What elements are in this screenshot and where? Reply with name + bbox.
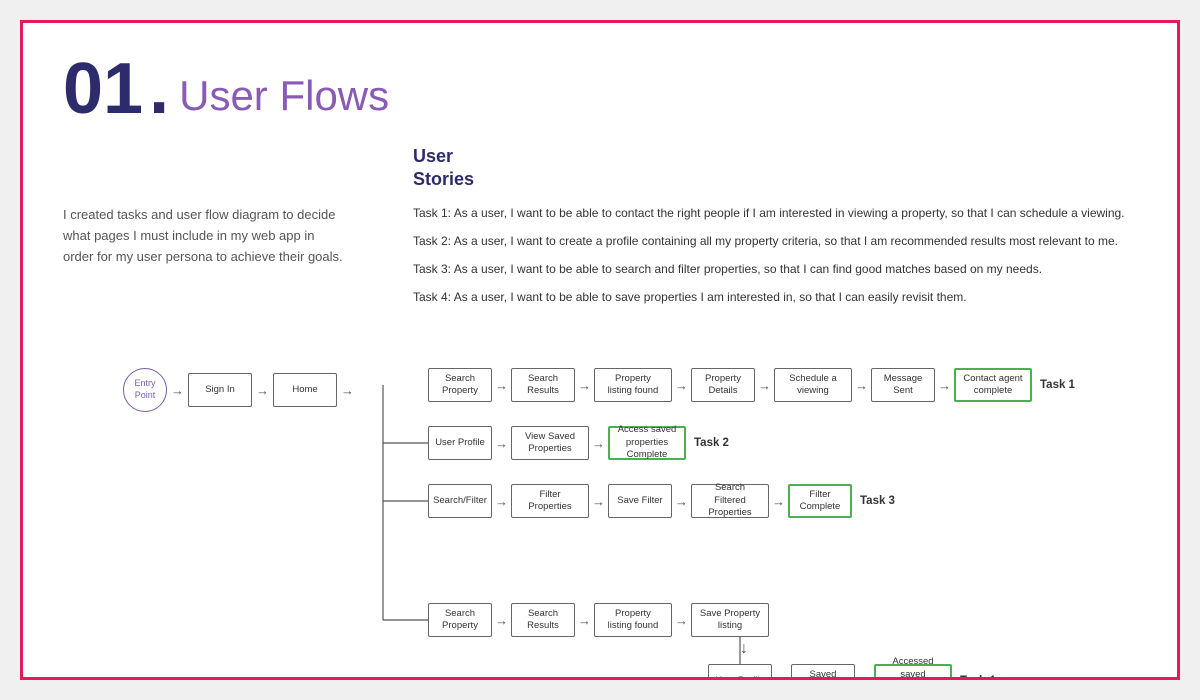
- left-panel: I created tasks and user flow diagram to…: [63, 145, 383, 316]
- task1-node5: Schedule aviewing: [774, 368, 852, 402]
- home-node: Home: [273, 373, 337, 407]
- arrow-1: →: [171, 383, 184, 398]
- task1-row: SearchProperty → SearchResults → Propert…: [428, 368, 1075, 402]
- user-stories-title: UserStories: [413, 145, 1137, 192]
- task1-node4: PropertyDetails: [691, 368, 755, 402]
- task4-sub3: Accessedsavedpropertiescomplete: [874, 664, 952, 680]
- task1-node3: Propertylisting found: [594, 368, 672, 402]
- story-4: Task 4: As a user, I want to be able to …: [413, 288, 1137, 306]
- page-wrapper: 01 . User Flows I created tasks and user…: [20, 20, 1180, 680]
- task2-label: Task 2: [694, 437, 729, 449]
- story-2: Task 2: As a user, I want to create a pr…: [413, 232, 1137, 250]
- task4-label: Task 4: [960, 675, 995, 680]
- task3-label: Task 3: [860, 495, 895, 507]
- task4-down-arrow: ↓: [740, 640, 748, 658]
- task4-sub2: SavedProperties: [791, 664, 855, 680]
- task1-node1: SearchProperty: [428, 368, 492, 402]
- task1-node6: MessageSent: [871, 368, 935, 402]
- task4-node4: Save Propertylisting: [691, 603, 769, 637]
- sign-in-node: Sign In: [188, 373, 252, 407]
- section-dot: .: [149, 53, 169, 125]
- task1-node7: Contact agentcomplete: [954, 368, 1032, 402]
- task4-row-bottom: User Profile → SavedProperties → Accesse…: [708, 664, 995, 680]
- description-text: I created tasks and user flow diagram to…: [63, 205, 343, 267]
- task4-row-top: SearchProperty → SearchResults → Propert…: [428, 603, 769, 637]
- task4-node1: SearchProperty: [428, 603, 492, 637]
- task4-node2: SearchResults: [511, 603, 575, 637]
- task1-label: Task 1: [1040, 379, 1075, 391]
- task3-node4: SearchFilteredProperties: [691, 484, 769, 518]
- task2-node1: User Profile: [428, 426, 492, 460]
- story-3: Task 3: As a user, I want to be able to …: [413, 260, 1137, 278]
- entry-row: EntryPoint → Sign In → Home →: [123, 368, 358, 412]
- arrow-2: →: [256, 383, 269, 398]
- task4-node3: Propertylisting found: [594, 603, 672, 637]
- task2-row: User Profile → View SavedProperties → Ac…: [428, 426, 729, 460]
- task3-row: Search/Filter → FilterProperties → Save …: [428, 484, 895, 518]
- task4-sub1: User Profile: [708, 664, 772, 680]
- task3-node3: Save Filter: [608, 484, 672, 518]
- task2-node2: View SavedProperties: [511, 426, 589, 460]
- task3-node5: FilterComplete: [788, 484, 852, 518]
- story-1: Task 1: As a user, I want to be able to …: [413, 204, 1137, 222]
- task1-node2: SearchResults: [511, 368, 575, 402]
- section-number: 01: [63, 53, 143, 125]
- content-area: I created tasks and user flow diagram to…: [63, 145, 1137, 316]
- entry-point-node: EntryPoint: [123, 368, 167, 412]
- right-panel: UserStories Task 1: As a user, I want to…: [413, 145, 1137, 316]
- arrow-3: →: [341, 383, 354, 398]
- task2-node3: Access savedpropertiesComplete: [608, 426, 686, 460]
- page-header: 01 . User Flows: [63, 53, 1137, 125]
- task3-node1: Search/Filter: [428, 484, 492, 518]
- section-title: User Flows: [179, 53, 389, 121]
- task3-node2: FilterProperties: [511, 484, 589, 518]
